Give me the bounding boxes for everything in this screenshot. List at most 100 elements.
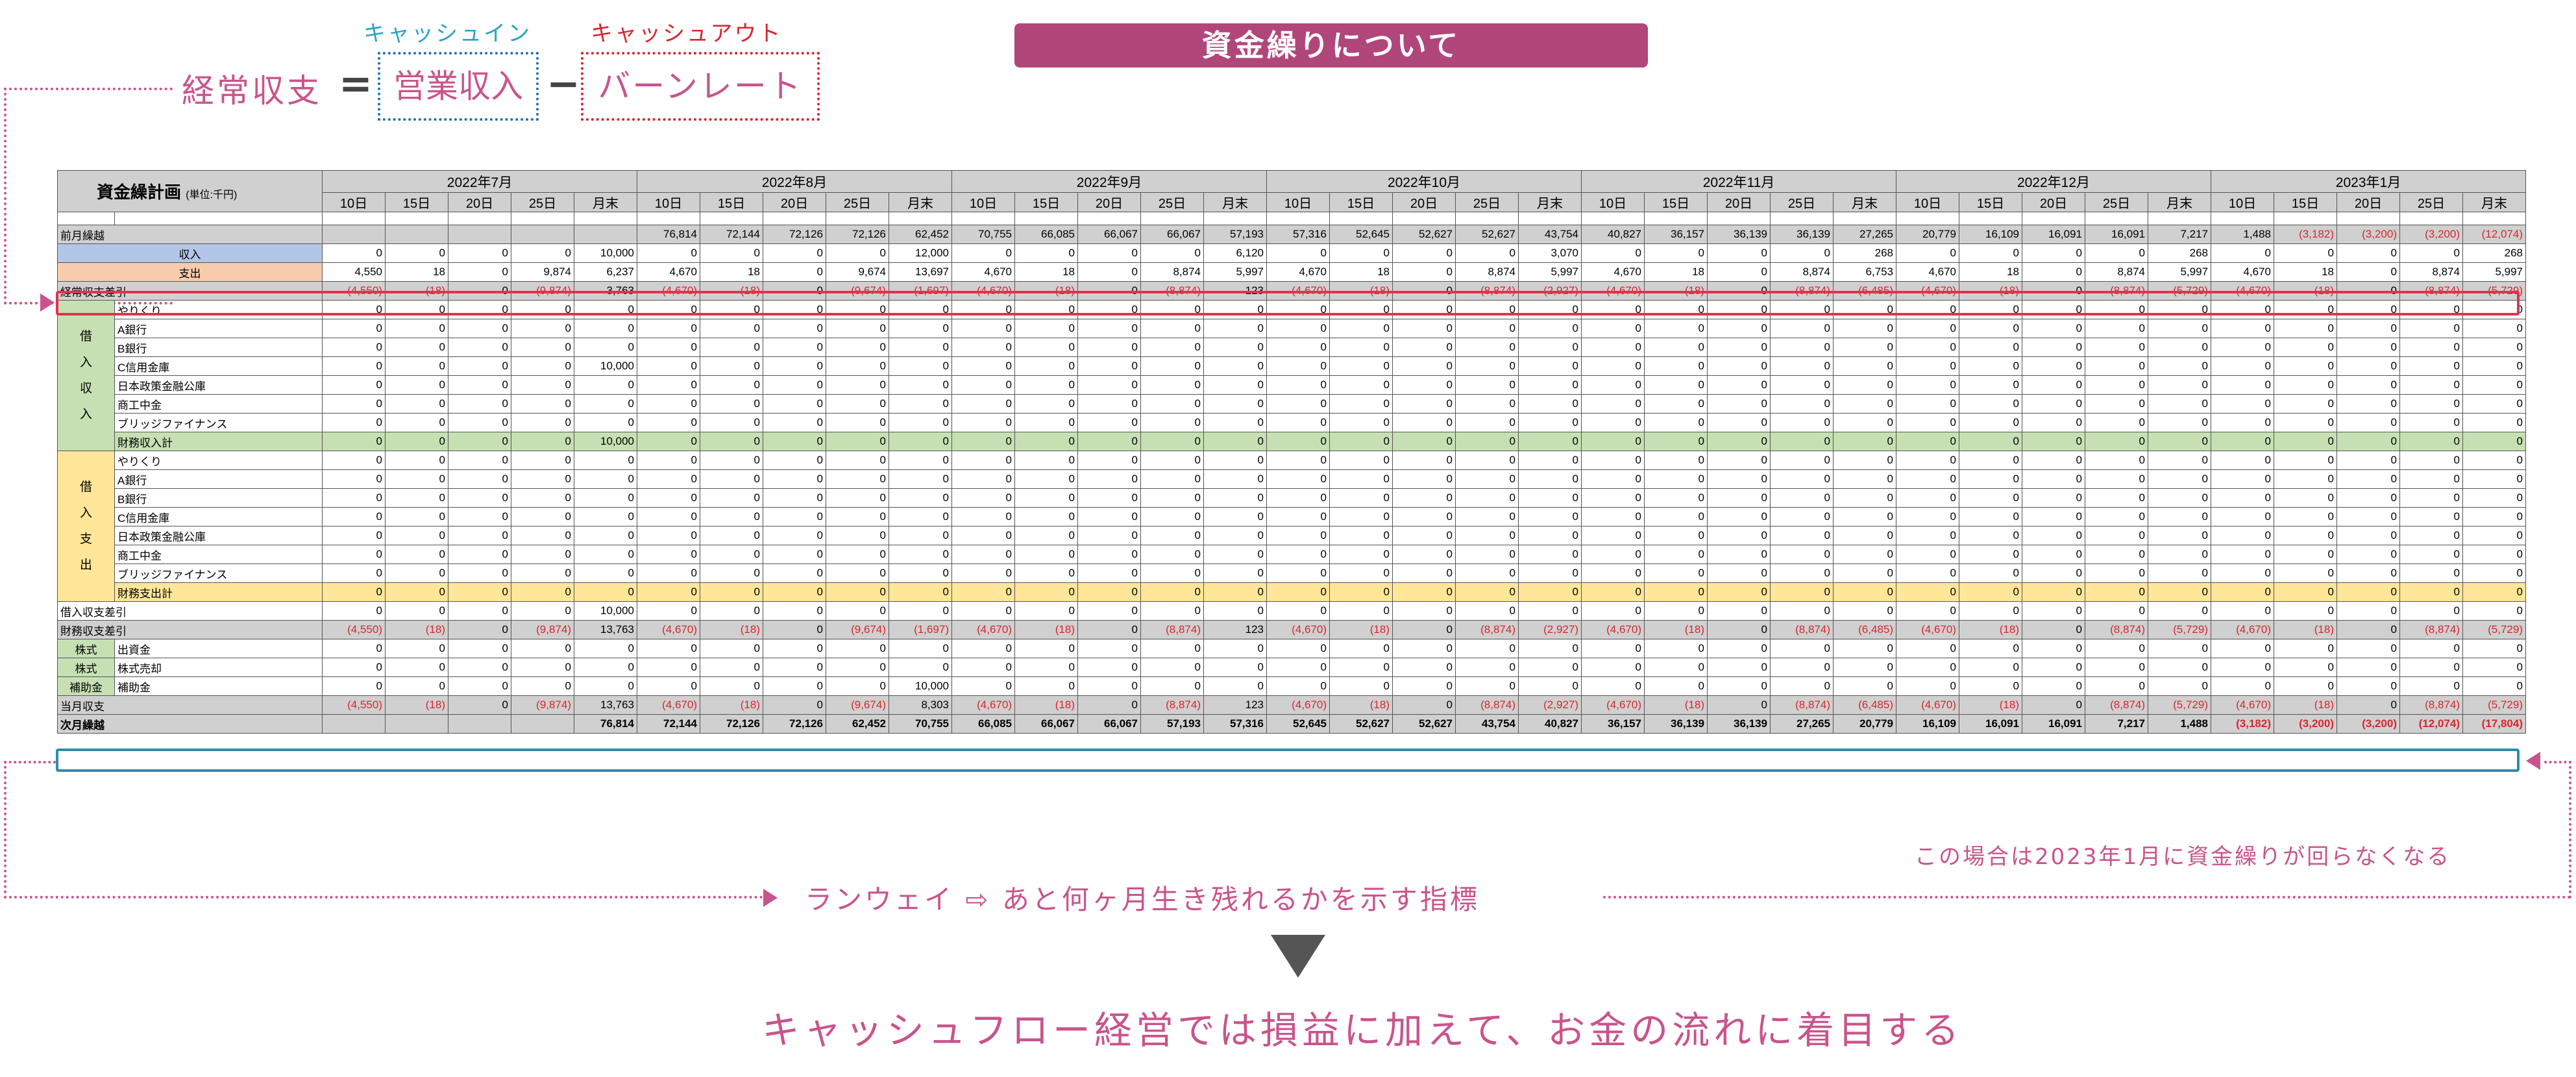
table-cell: 0 xyxy=(2274,243,2337,263)
stock-side-label: 株式 xyxy=(57,639,115,658)
table-cell: 0 xyxy=(826,545,889,564)
table-cell: 0 xyxy=(700,338,763,357)
table-cell: 0 xyxy=(951,563,1015,583)
table-cell: 18 xyxy=(1329,262,1393,282)
table-cell: 0 xyxy=(826,432,889,451)
table-cell: 0 xyxy=(1581,243,1645,263)
table-cell: 0 xyxy=(700,413,763,432)
row-label: 財務収支差引 xyxy=(57,620,323,639)
table-cell: 0 xyxy=(1581,319,1645,338)
table-cell: (4,670) xyxy=(951,620,1015,639)
table-cell: 0 xyxy=(700,469,763,489)
table-cell: 0 xyxy=(1077,451,1141,470)
table-cell: 0 xyxy=(1455,243,1519,263)
table-cell: 0 xyxy=(2085,488,2148,508)
table-cell: 0 xyxy=(889,375,952,395)
table-cell: 0 xyxy=(448,658,511,677)
table-cell: 0 xyxy=(2337,582,2400,602)
table-cell: 0 xyxy=(2399,563,2463,583)
table-cell: 0 xyxy=(826,469,889,489)
table-cell: 18 xyxy=(700,262,763,282)
table-cell: 0 xyxy=(1581,563,1645,583)
table-cell: 0 xyxy=(1329,676,1393,696)
table-cell: 0 xyxy=(511,563,574,583)
table-cell: 0 xyxy=(1140,545,1204,564)
table-cell: 7,217 xyxy=(2085,714,2148,734)
table-cell: 0 xyxy=(1203,413,1267,432)
month-header: 2023年1月 xyxy=(2211,170,2526,193)
table-cell: 0 xyxy=(2022,356,2085,376)
table-cell: 0 xyxy=(448,601,511,621)
table-cell: 0 xyxy=(574,338,637,357)
table-cell: 0 xyxy=(574,394,637,414)
table-cell: (5,729) xyxy=(2462,620,2526,639)
table-cell: 0 xyxy=(1014,356,1078,376)
table-cell: 0 xyxy=(637,338,700,357)
table-cell: 0 xyxy=(1581,601,1645,621)
table-cell: 0 xyxy=(700,243,763,263)
table-row: ブリッジファイナンス 0 0 0 0 0 0 0 0 0 0 0 0 0 0 0 0 0 0 0 0 0 0 0 0 0 0 0 0 0 0… xyxy=(58,563,2526,583)
table-cell: 0 xyxy=(1266,375,1330,395)
table-cell: 0 xyxy=(1770,413,1834,432)
table-cell: 0 xyxy=(2399,243,2463,263)
table-cell: 52,627 xyxy=(1329,714,1393,734)
table-cell: 0 xyxy=(2148,507,2211,526)
table-cell: 0 xyxy=(1140,451,1204,470)
table-cell: 76,814 xyxy=(574,714,637,734)
table-cell: (18) xyxy=(1959,620,2022,639)
table-cell: 0 xyxy=(1140,507,1204,526)
table-cell: 0 xyxy=(951,243,1015,263)
table-cell: 0 xyxy=(1959,394,2022,414)
conclusion-text: キャッシュフロー経営では損益に加えて、お金の流れに着目する xyxy=(762,1008,1963,1052)
stock-side-label: 株式 xyxy=(57,658,115,677)
table-cell: 0 xyxy=(2462,639,2526,658)
day-header: 25日 xyxy=(2085,192,2148,212)
table-cell: 0 xyxy=(1203,469,1267,489)
table-cell: 0 xyxy=(1392,243,1456,263)
row-label: 借入収支差引 xyxy=(57,601,323,621)
blank-cell xyxy=(1518,212,1582,225)
table-cell: 5,997 xyxy=(1203,262,1267,282)
table-cell: 0 xyxy=(2399,394,2463,414)
table-cell: 0 xyxy=(1833,488,1896,508)
down-triangle-icon xyxy=(1271,935,1325,978)
table-cell: 0 xyxy=(1077,394,1141,414)
table-cell xyxy=(511,225,574,244)
table-cell: 0 xyxy=(637,545,700,564)
table-cell: 40,827 xyxy=(1518,714,1582,734)
table-cell: 0 xyxy=(1707,432,1771,451)
day-header: 10日 xyxy=(1266,192,1330,212)
table-cell: 0 xyxy=(2274,582,2337,602)
table-cell: 0 xyxy=(1644,432,1708,451)
table-cell: 0 xyxy=(1896,545,1959,564)
table-cell: 0 xyxy=(2022,432,2085,451)
table-cell: 10,000 xyxy=(574,601,637,621)
table-cell: 0 xyxy=(1455,375,1519,395)
table-cell: 0 xyxy=(2274,413,2337,432)
table-cell: 0 xyxy=(2085,375,2148,395)
table-cell: 52,645 xyxy=(1266,714,1330,734)
table-cell: 0 xyxy=(1014,394,1078,414)
table-cell: 0 xyxy=(826,319,889,338)
table-cell: 0 xyxy=(511,582,574,602)
table-cell: 8,303 xyxy=(889,695,952,715)
table-cell: 0 xyxy=(826,582,889,602)
table-cell: 0 xyxy=(1644,394,1708,414)
table-cell: 16,091 xyxy=(2085,225,2148,244)
table-cell: 0 xyxy=(574,451,637,470)
table-cell: 0 xyxy=(1329,526,1393,545)
table-cell: (3,200) xyxy=(2274,714,2337,734)
table-cell: 0 xyxy=(385,676,448,696)
table-cell: 0 xyxy=(1833,375,1896,395)
table-cell: 0 xyxy=(1455,582,1519,602)
table-cell: 0 xyxy=(2022,469,2085,489)
table-cell: 0 xyxy=(637,488,700,508)
table-row: B銀行 0 0 0 0 0 0 0 0 0 0 0 0 0 0 0 0 0 0 0 0 0 0 0 0 0 0 0 0 0 0 0 0 0 0 0 xyxy=(58,488,2526,508)
table-cell: 0 xyxy=(2148,432,2211,451)
table-cell: 0 xyxy=(2148,676,2211,696)
table-cell: 0 xyxy=(322,413,386,432)
table-cell: 0 xyxy=(2399,469,2463,489)
table-cell: 0 xyxy=(1770,356,1834,376)
table-cell: 0 xyxy=(1203,394,1267,414)
table-cell: 0 xyxy=(1833,451,1896,470)
